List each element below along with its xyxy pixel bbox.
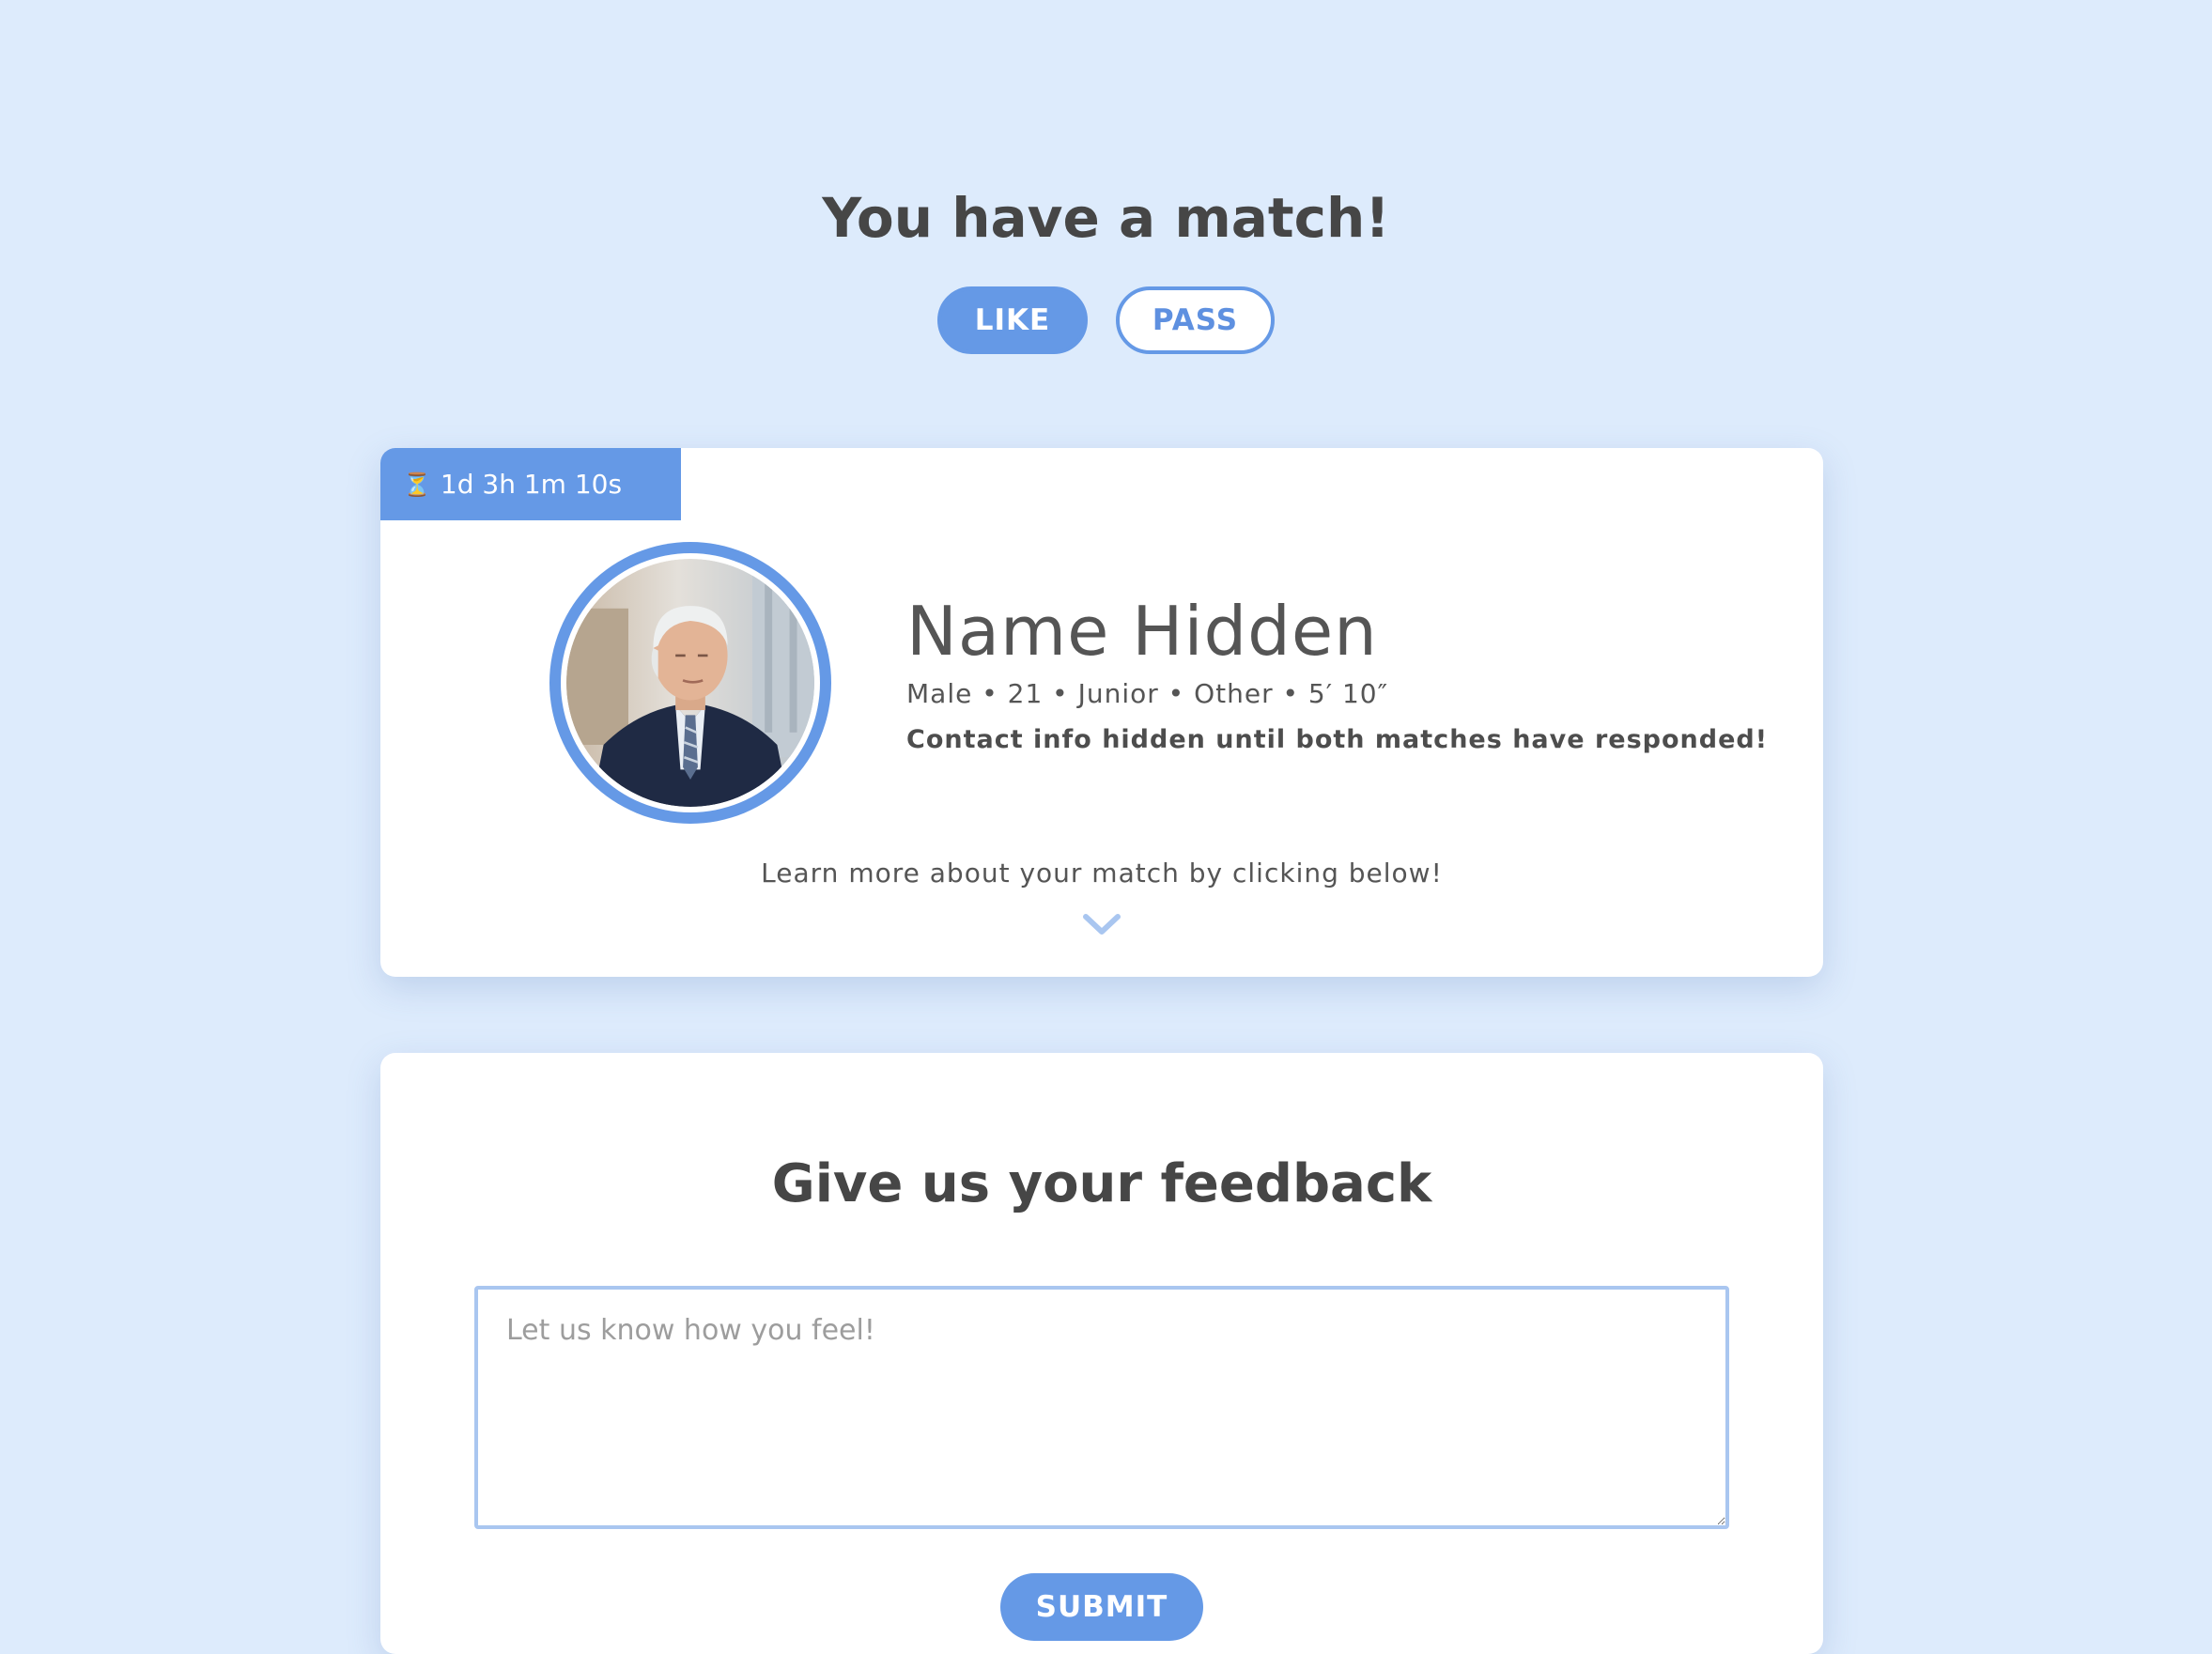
match-card: ⏳ 1d 3h 1m 10s Name Hidden Male • 21 • J… [380, 448, 1823, 977]
profile-name: Name Hidden [906, 592, 1378, 671]
like-button[interactable]: LIKE [937, 286, 1088, 354]
countdown-timer-text: 1d 3h 1m 10s [440, 469, 623, 500]
match-action-buttons: LIKE PASS [0, 286, 2212, 354]
feedback-textarea[interactable] [474, 1286, 1729, 1529]
feedback-card: Give us your feedback SUBMIT [380, 1053, 1823, 1654]
hourglass-icon: ⏳ [403, 471, 431, 498]
contact-info-note: Contact info hidden until both matches h… [906, 725, 1769, 754]
profile-photo [566, 559, 814, 807]
chevron-down-icon[interactable] [1082, 913, 1121, 937]
countdown-timer-badge: ⏳ 1d 3h 1m 10s [380, 448, 681, 520]
avatar [549, 542, 831, 824]
feedback-title: Give us your feedback [771, 1153, 1432, 1214]
learn-more-text: Learn more about your match by clicking … [761, 858, 1443, 889]
page-title: You have a match! [822, 186, 1390, 250]
profile-details: Male • 21 • Junior • Other • 5′ 10″ [906, 678, 1389, 709]
submit-button[interactable]: SUBMIT [1000, 1573, 1203, 1641]
pass-button[interactable]: PASS [1116, 286, 1275, 354]
